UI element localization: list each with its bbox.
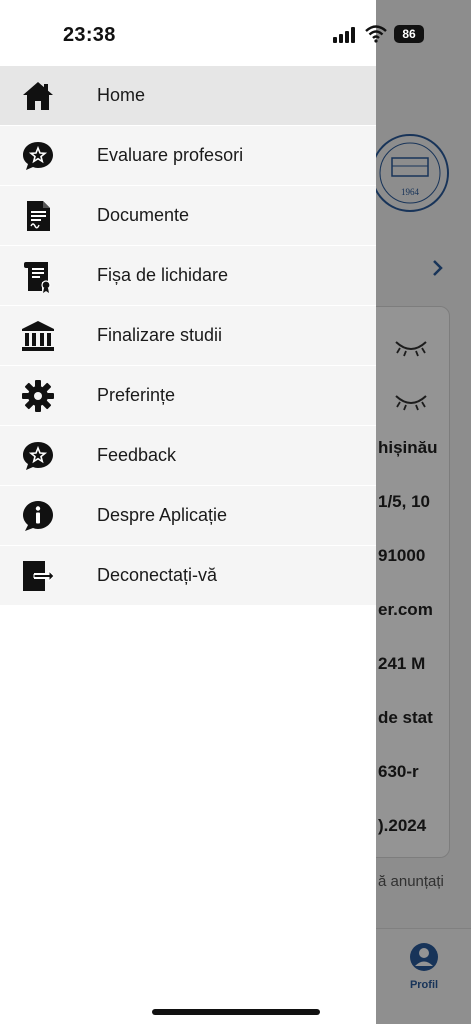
menu-item-label: Feedback: [97, 445, 177, 465]
wifi-icon: [365, 25, 387, 43]
navigation-drawer: 23:38 Home Evaluare profesori Documente: [0, 0, 376, 1024]
menu-item-evaluare-profesori[interactable]: Evaluare profesori: [0, 126, 376, 186]
status-bar: 23:38: [0, 0, 376, 66]
battery-indicator: 86: [394, 25, 424, 43]
star-bubble-icon: [23, 442, 53, 470]
menu-item-label: Evaluare profesori: [97, 145, 244, 165]
info-bubble-icon: [23, 501, 53, 531]
menu-item-label: Deconectați-vă: [97, 565, 218, 585]
menu-item-finalizare-studii[interactable]: Finalizare studii: [0, 306, 376, 366]
menu-item-label: Home: [97, 85, 146, 105]
menu-item-label: Finalizare studii: [97, 325, 223, 345]
menu-item-deconectati-va[interactable]: Deconectați-vă: [0, 546, 376, 606]
menu-item-label: Preferințe: [97, 385, 176, 405]
menu-item-label: Fișa de lichidare: [97, 265, 229, 285]
menu-item-feedback[interactable]: Feedback: [0, 426, 376, 486]
document-icon: [27, 201, 50, 231]
star-bubble-icon: [23, 142, 53, 170]
institution-icon: [22, 321, 54, 351]
home-indicator[interactable]: [152, 1009, 320, 1015]
logout-icon: [23, 561, 55, 591]
cellular-signal-icon: [333, 27, 355, 43]
status-time: 23:38: [63, 24, 116, 46]
menu-item-home[interactable]: Home: [0, 66, 376, 126]
menu-item-label: Documente: [97, 205, 190, 225]
menu-item-preferinte[interactable]: Preferințe: [0, 366, 376, 426]
menu-item-documente[interactable]: Documente: [0, 186, 376, 246]
menu-item-despre-aplicatie[interactable]: Despre Aplicație: [0, 486, 376, 546]
menu-item-fisa-de-lichidare[interactable]: Fișa de lichidare: [0, 246, 376, 306]
gear-icon: [22, 380, 54, 412]
certificate-icon: [24, 262, 51, 293]
menu-item-label: Despre Aplicație: [97, 505, 228, 525]
home-icon: [23, 82, 53, 110]
